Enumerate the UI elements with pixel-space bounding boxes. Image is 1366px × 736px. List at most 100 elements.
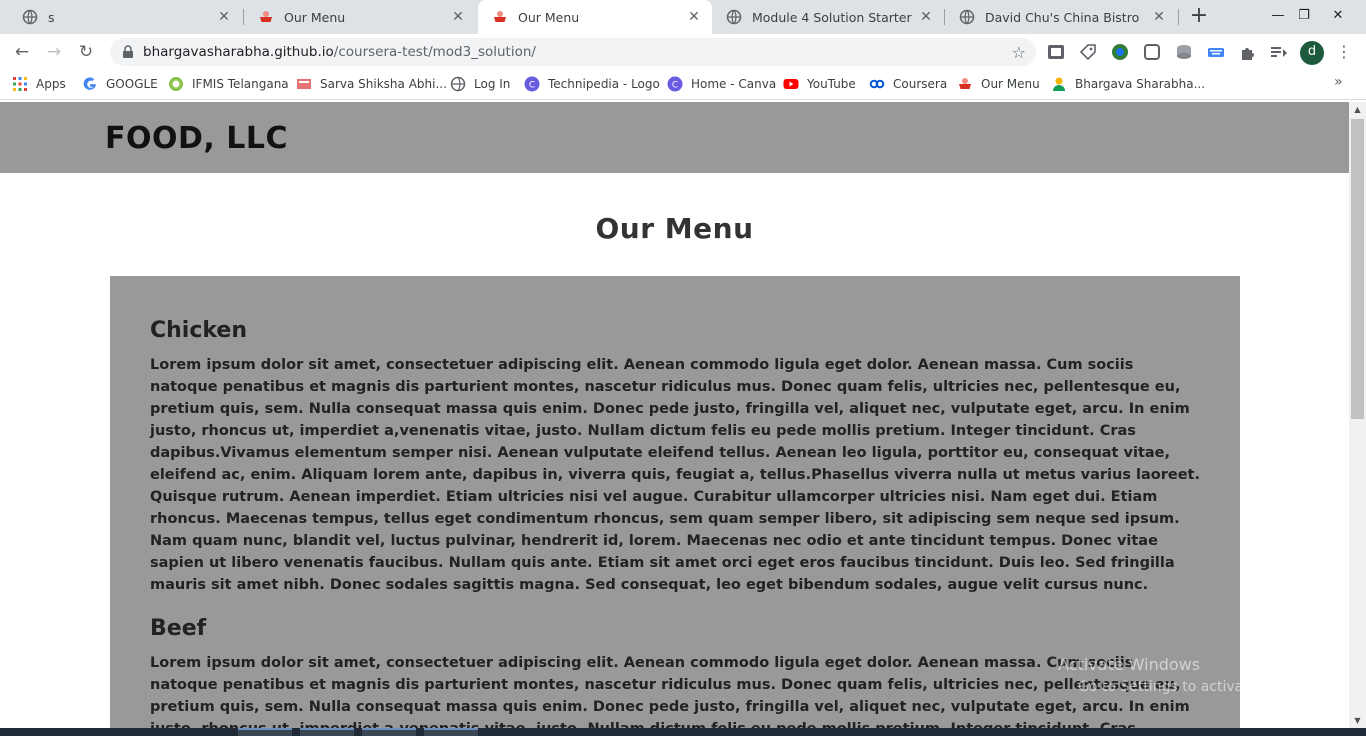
close-tab-icon[interactable]: ✕ xyxy=(918,9,934,25)
globe-icon xyxy=(450,76,466,92)
globe-icon xyxy=(959,9,975,25)
menu-favicon-icon xyxy=(260,11,272,22)
more-menu-icon[interactable]: ⋮ xyxy=(1336,42,1352,62)
bookmark-label: Apps xyxy=(36,77,66,91)
taskbar-item[interactable] xyxy=(300,728,354,736)
bookmark-google[interactable]: GOOGLE xyxy=(82,70,158,98)
sarva-shiksha-icon xyxy=(297,79,311,89)
close-window-icon[interactable]: ✕ xyxy=(1320,0,1356,30)
taskbar-item[interactable] xyxy=(424,728,478,736)
browser-tab-active[interactable]: Our Menu ✕ xyxy=(478,0,712,34)
google-icon xyxy=(83,77,96,90)
url-text: bhargavasharabha.github.io/coursera-test… xyxy=(143,44,536,60)
forward-icon[interactable]: → xyxy=(42,40,66,64)
bookmark-label: Sarva Shiksha Abhi... xyxy=(320,77,447,91)
bookmark-apps[interactable]: Apps xyxy=(12,70,66,98)
globe-icon xyxy=(22,9,38,25)
bookmark-label: Bhargava Sharabha... xyxy=(1075,77,1206,91)
reload-icon[interactable]: ↻ xyxy=(74,40,98,64)
page-viewport: FOOD, LLC Our Menu Chicken Lorem ipsum d… xyxy=(0,102,1349,728)
bookmark-login[interactable]: Log In xyxy=(450,70,510,98)
square-extension-icon[interactable] xyxy=(1143,43,1161,61)
url-host: bhargavasharabha.github.io xyxy=(143,44,334,60)
svg-text:C: C xyxy=(672,81,678,91)
avatar[interactable]: d xyxy=(1300,41,1324,65)
bookmark-label: Coursera xyxy=(893,77,948,91)
activate-windows-watermark: Activate Windows Go to Settings to activ… xyxy=(1058,654,1329,698)
youtube-icon xyxy=(783,79,799,89)
apps-grid-icon xyxy=(13,77,27,91)
media-queue-icon[interactable] xyxy=(1270,43,1288,61)
brand-title: FOOD, LLC xyxy=(105,121,288,156)
close-tab-icon[interactable]: ✕ xyxy=(450,9,466,25)
browser-tab[interactable]: Module 4 Solution Starter ✕ xyxy=(712,0,944,34)
chevron-double-right-icon[interactable]: » xyxy=(1334,74,1343,90)
bookmark-label: Our Menu xyxy=(981,77,1040,91)
menu-favicon-icon xyxy=(959,78,971,89)
scrollbar-thumb[interactable] xyxy=(1351,119,1364,419)
vertical-scrollbar[interactable]: ▲ ▼ xyxy=(1349,102,1366,728)
coursera-icon xyxy=(869,79,885,89)
canva-icon: C xyxy=(524,76,540,92)
taskbar-item[interactable] xyxy=(362,728,416,736)
puzzle-icon[interactable] xyxy=(1239,43,1257,61)
menu-favicon-icon xyxy=(494,11,506,22)
section-title-chicken: Chicken xyxy=(150,318,248,343)
browser-tab[interactable]: David Chu's China Bistro ✕ xyxy=(945,0,1177,34)
close-tab-icon[interactable]: ✕ xyxy=(216,9,232,25)
database-extension-icon[interactable] xyxy=(1175,43,1193,61)
section-title-beef: Beef xyxy=(150,616,207,641)
ifmis-icon xyxy=(169,77,183,91)
tab-strip: s ✕ Our Menu ✕ Our Menu ✕ Module 4 Solut… xyxy=(0,0,1366,34)
url-path: /coursera-test/mod3_solution/ xyxy=(333,44,536,60)
svg-text:C: C xyxy=(529,81,535,91)
bookmark-coursera[interactable]: Coursera xyxy=(869,70,947,98)
scroll-down-icon[interactable]: ▼ xyxy=(1349,713,1366,728)
new-tab-button[interactable]: + xyxy=(1186,5,1212,29)
browser-toolbar: ← → ↻ bhargavasharabha.github.io/courser… xyxy=(0,34,1366,70)
browser-tab[interactable]: s ✕ xyxy=(8,0,242,34)
canva-icon: C xyxy=(667,76,683,92)
taskbar-item[interactable] xyxy=(238,728,292,736)
bookmark-sarva-shiksha[interactable]: Sarva Shiksha Abhi... xyxy=(296,70,447,98)
bookmark-label: YouTube xyxy=(807,77,856,91)
bookmark-label: Log In xyxy=(474,77,511,91)
profile-icon xyxy=(1053,77,1065,91)
address-bar[interactable]: bhargavasharabha.github.io/coursera-test… xyxy=(110,38,1036,66)
bookmark-canva[interactable]: C Home - Canva xyxy=(667,70,776,98)
bookmarks-bar: Apps GOOGLE IFMIS Telangana Sarva Shiksh… xyxy=(0,70,1366,100)
tab-title: David Chu's China Bistro xyxy=(985,9,1140,25)
back-icon[interactable]: ← xyxy=(10,40,34,64)
tab-title: Our Menu xyxy=(284,9,346,25)
tag-icon[interactable] xyxy=(1079,43,1097,61)
tab-title: Our Menu xyxy=(518,9,580,25)
watermark-line-2: Go to Settings to activate Windows. xyxy=(1078,679,1329,695)
watermark-line-1: Activate Windows xyxy=(1058,655,1201,674)
tab-title: Module 4 Solution Starter xyxy=(752,9,912,25)
bookmark-star-icon[interactable]: ☆ xyxy=(1012,43,1026,62)
bookmark-youtube[interactable]: YouTube xyxy=(783,70,856,98)
earth-extension-icon[interactable] xyxy=(1111,43,1129,61)
bookmark-label: Technipedia - Logo xyxy=(548,77,660,91)
scroll-up-icon[interactable]: ▲ xyxy=(1349,102,1366,117)
close-tab-icon[interactable]: ✕ xyxy=(1151,9,1167,25)
extension-icon[interactable] xyxy=(1047,43,1065,61)
bookmark-label: IFMIS Telangana xyxy=(192,77,289,91)
bookmark-bhargava[interactable]: Bhargava Sharabha... xyxy=(1051,70,1205,98)
os-taskbar xyxy=(0,728,1366,736)
bookmark-our-menu[interactable]: Our Menu xyxy=(957,70,1040,98)
page-title: Our Menu xyxy=(595,212,754,245)
section-body-beef: Lorem ipsum dolor sit amet, consectetuer… xyxy=(150,655,1190,728)
tab-divider xyxy=(1178,9,1179,25)
restore-icon[interactable]: ❐ xyxy=(1286,0,1322,30)
keyboard-icon[interactable] xyxy=(1207,43,1225,61)
bookmark-technipedia[interactable]: C Technipedia - Logo xyxy=(524,70,660,98)
lock-icon[interactable] xyxy=(122,45,134,59)
browser-tab[interactable]: Our Menu ✕ xyxy=(244,0,476,34)
bookmark-ifmis[interactable]: IFMIS Telangana xyxy=(168,70,289,98)
globe-icon xyxy=(726,9,742,25)
close-tab-icon[interactable]: ✕ xyxy=(686,9,702,25)
site-header: FOOD, LLC xyxy=(0,102,1349,173)
section-body-chicken: Lorem ipsum dolor sit amet, consectetuer… xyxy=(150,357,1200,593)
tab-title: s xyxy=(48,9,55,25)
